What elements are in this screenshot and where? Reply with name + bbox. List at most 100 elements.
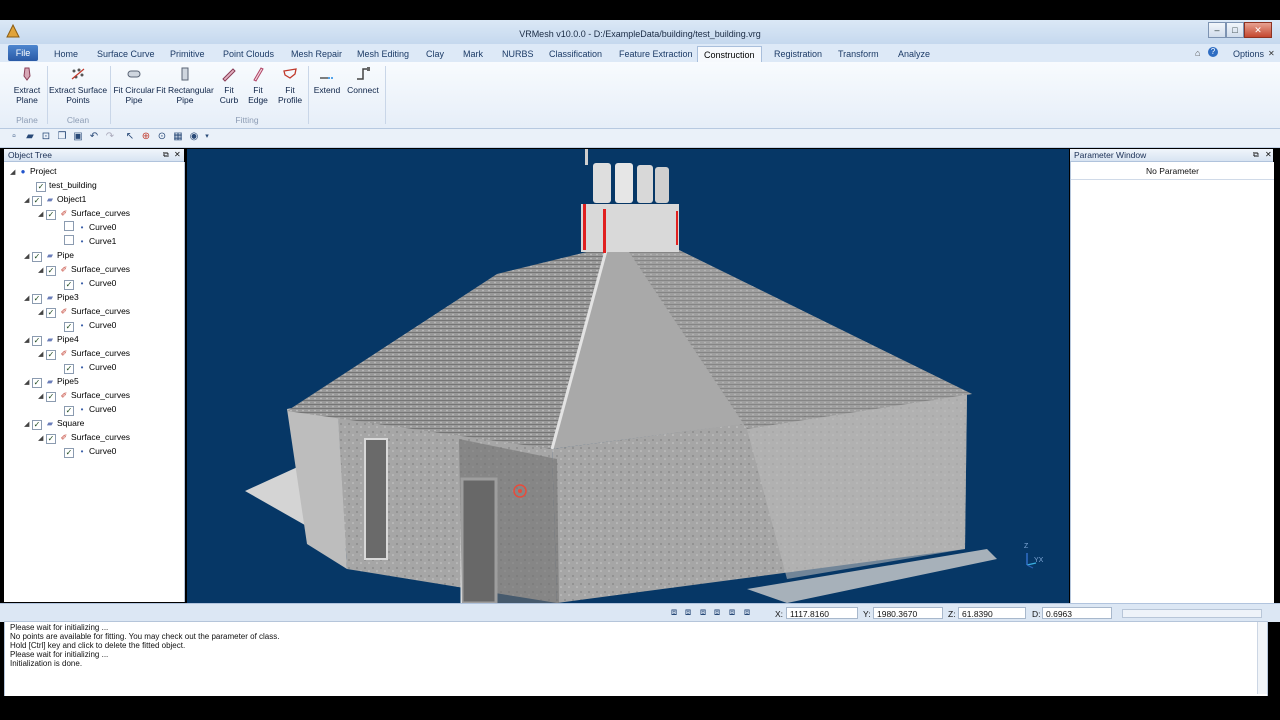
tree-row[interactable]: ✓ test_building (36, 179, 97, 192)
visibility-checkbox[interactable]: ✓ (32, 196, 42, 206)
grid-icon[interactable]: ▦ (172, 131, 184, 143)
tab-construction[interactable]: Construction (697, 46, 762, 63)
pin-icon[interactable]: ⧉ (163, 150, 169, 160)
tree-row[interactable]: ◢ ✓ ✐ Surface_curves (38, 263, 130, 277)
tree-row[interactable]: ◢ ✓ ▰ Pipe (24, 249, 74, 262)
tab-clay[interactable]: Clay (420, 46, 450, 62)
expand-icon[interactable]: ◢ (38, 265, 46, 277)
tree-row[interactable]: ◢ ✓ ▰ Square (24, 417, 84, 431)
visibility-checkbox[interactable] (64, 221, 74, 231)
visibility-checkbox[interactable]: ✓ (46, 266, 56, 276)
minimize-button[interactable]: – (1208, 22, 1226, 38)
extract-plane-button[interactable]: Extract Plane (8, 66, 46, 105)
visibility-checkbox[interactable]: ✓ (32, 378, 42, 388)
extract-surface-points-button[interactable]: Extract Surface Points (48, 66, 108, 105)
visibility-checkbox[interactable]: ✓ (32, 336, 42, 346)
zoom-in-icon[interactable]: ⊕ (140, 131, 152, 143)
expand-icon[interactable]: ◢ (24, 419, 32, 431)
extend-button[interactable]: Extend (312, 66, 342, 95)
open-folder-icon[interactable]: ▰ (24, 131, 36, 143)
tree-row[interactable]: ✓ • Curve0 (64, 445, 116, 458)
view-front-icon[interactable]: ⧈ (668, 607, 680, 619)
view-left-icon[interactable]: ⧈ (697, 607, 709, 619)
visibility-checkbox[interactable]: ✓ (64, 364, 74, 374)
visibility-checkbox[interactable]: ✓ (64, 280, 74, 290)
3d-viewport[interactable]: Z YX (187, 149, 1069, 603)
log-scrollbar[interactable] (1257, 622, 1267, 694)
fit-curb-button[interactable]: Fit Curb (216, 66, 242, 105)
tree-row[interactable]: ◢ ✓ ✐ Surface_curves (38, 305, 130, 319)
tab-analyze[interactable]: Analyze (892, 46, 936, 62)
expand-icon[interactable]: ◢ (38, 307, 46, 319)
visibility-checkbox[interactable]: ✓ (46, 308, 56, 318)
view-bottom-icon[interactable]: ⧈ (741, 607, 753, 619)
expand-icon[interactable]: ◢ (10, 167, 18, 179)
panel-close-icon[interactable]: ✕ (174, 150, 181, 159)
tree-row[interactable]: ✓ • Curve0 (64, 319, 116, 332)
view-right-icon[interactable]: ⧈ (711, 607, 723, 619)
tree-row[interactable]: • Curve0 (64, 221, 116, 233)
tree-row[interactable]: ◢ ● Project (10, 165, 56, 177)
tree-row[interactable]: ◢ ✓ ✐ Surface_curves (38, 389, 130, 403)
tab-feature-extraction[interactable]: Feature Extraction (613, 46, 699, 62)
fit-rectangular-pipe-button[interactable]: Fit Rectangular Pipe (156, 66, 214, 105)
tab-registration[interactable]: Registration (768, 46, 828, 62)
file-menu-button[interactable]: File (8, 45, 38, 61)
tree-row[interactable]: ◢ ✓ ▰ Object1 (24, 193, 86, 207)
expand-icon[interactable]: ◢ (24, 335, 32, 347)
pin-icon[interactable]: ⧉ (1253, 150, 1259, 160)
camera-icon[interactable]: ◉ (188, 131, 200, 143)
tree-row[interactable]: ◢ ✓ ▰ Pipe4 (24, 333, 79, 347)
zoom-fit-icon[interactable]: ⊙ (156, 131, 168, 143)
tab-mesh-repair[interactable]: Mesh Repair (285, 46, 348, 62)
expand-icon[interactable]: ◢ (38, 433, 46, 445)
select-cursor-icon[interactable]: ↖ (124, 131, 136, 143)
import-icon[interactable]: ⊡ (40, 131, 52, 143)
tab-mark[interactable]: Mark (457, 46, 489, 62)
tree-row[interactable]: ◢ ✓ ✐ Surface_curves (38, 347, 130, 360)
tab-transform[interactable]: Transform (832, 46, 885, 62)
tab-mesh-editing[interactable]: Mesh Editing (351, 46, 415, 62)
fit-profile-button[interactable]: Fit Profile (275, 66, 305, 105)
tree-row[interactable]: ✓ • Curve0 (64, 277, 116, 290)
fit-circular-pipe-button[interactable]: Fit Circular Pipe (112, 66, 156, 105)
tree-row[interactable]: ◢ ✓ ✐ Surface_curves (38, 431, 130, 445)
visibility-checkbox[interactable]: ✓ (46, 392, 56, 402)
collapse-ribbon-icon[interactable]: ⌂ (1195, 48, 1200, 58)
tab-home[interactable]: Home (48, 46, 84, 62)
tab-nurbs[interactable]: NURBS (496, 46, 540, 62)
toolbar-dropdown-icon[interactable]: ▾ (201, 131, 213, 143)
visibility-checkbox[interactable]: ✓ (64, 322, 74, 332)
connect-button[interactable]: Connect (344, 66, 382, 95)
tab-surface-curve[interactable]: Surface Curve (91, 46, 161, 62)
visibility-checkbox[interactable] (64, 235, 74, 245)
undo-icon[interactable]: ↶ (88, 131, 100, 143)
visibility-checkbox[interactable]: ✓ (46, 350, 56, 360)
visibility-checkbox[interactable]: ✓ (32, 420, 42, 430)
tree-row[interactable]: ◢ ✓ ▰ Pipe5 (24, 375, 79, 389)
expand-icon[interactable]: ◢ (24, 195, 32, 207)
visibility-checkbox[interactable]: ✓ (64, 406, 74, 416)
visibility-checkbox[interactable]: ✓ (64, 448, 74, 458)
view-back-icon[interactable]: ⧈ (682, 607, 694, 619)
visibility-checkbox[interactable]: ✓ (46, 210, 56, 220)
tree-row[interactable]: ◢ ✓ ✐ Surface_curves (38, 207, 130, 221)
expand-icon[interactable]: ◢ (38, 209, 46, 221)
expand-icon[interactable]: ◢ (24, 377, 32, 389)
tree-row[interactable]: • Curve1 (64, 235, 116, 247)
expand-icon[interactable]: ◢ (24, 293, 32, 305)
redo-icon[interactable]: ↷ (104, 131, 116, 143)
visibility-checkbox[interactable]: ✓ (32, 252, 42, 262)
view-top-icon[interactable]: ⧈ (726, 607, 738, 619)
panel-close-icon[interactable]: ✕ (1265, 150, 1272, 159)
save-icon[interactable]: ▣ (72, 131, 84, 143)
tab-point-clouds[interactable]: Point Clouds (217, 46, 280, 62)
visibility-checkbox[interactable]: ✓ (32, 294, 42, 304)
copy-icon[interactable]: ❐ (56, 131, 68, 143)
tree-row[interactable]: ◢ ✓ ▰ Pipe3 (24, 291, 79, 305)
tab-primitive[interactable]: Primitive (164, 46, 211, 62)
options-close-icon[interactable]: ✕ (1268, 49, 1275, 58)
tab-classification[interactable]: Classification (543, 46, 608, 62)
options-menu[interactable]: Options (1233, 49, 1264, 59)
expand-icon[interactable]: ◢ (38, 391, 46, 403)
